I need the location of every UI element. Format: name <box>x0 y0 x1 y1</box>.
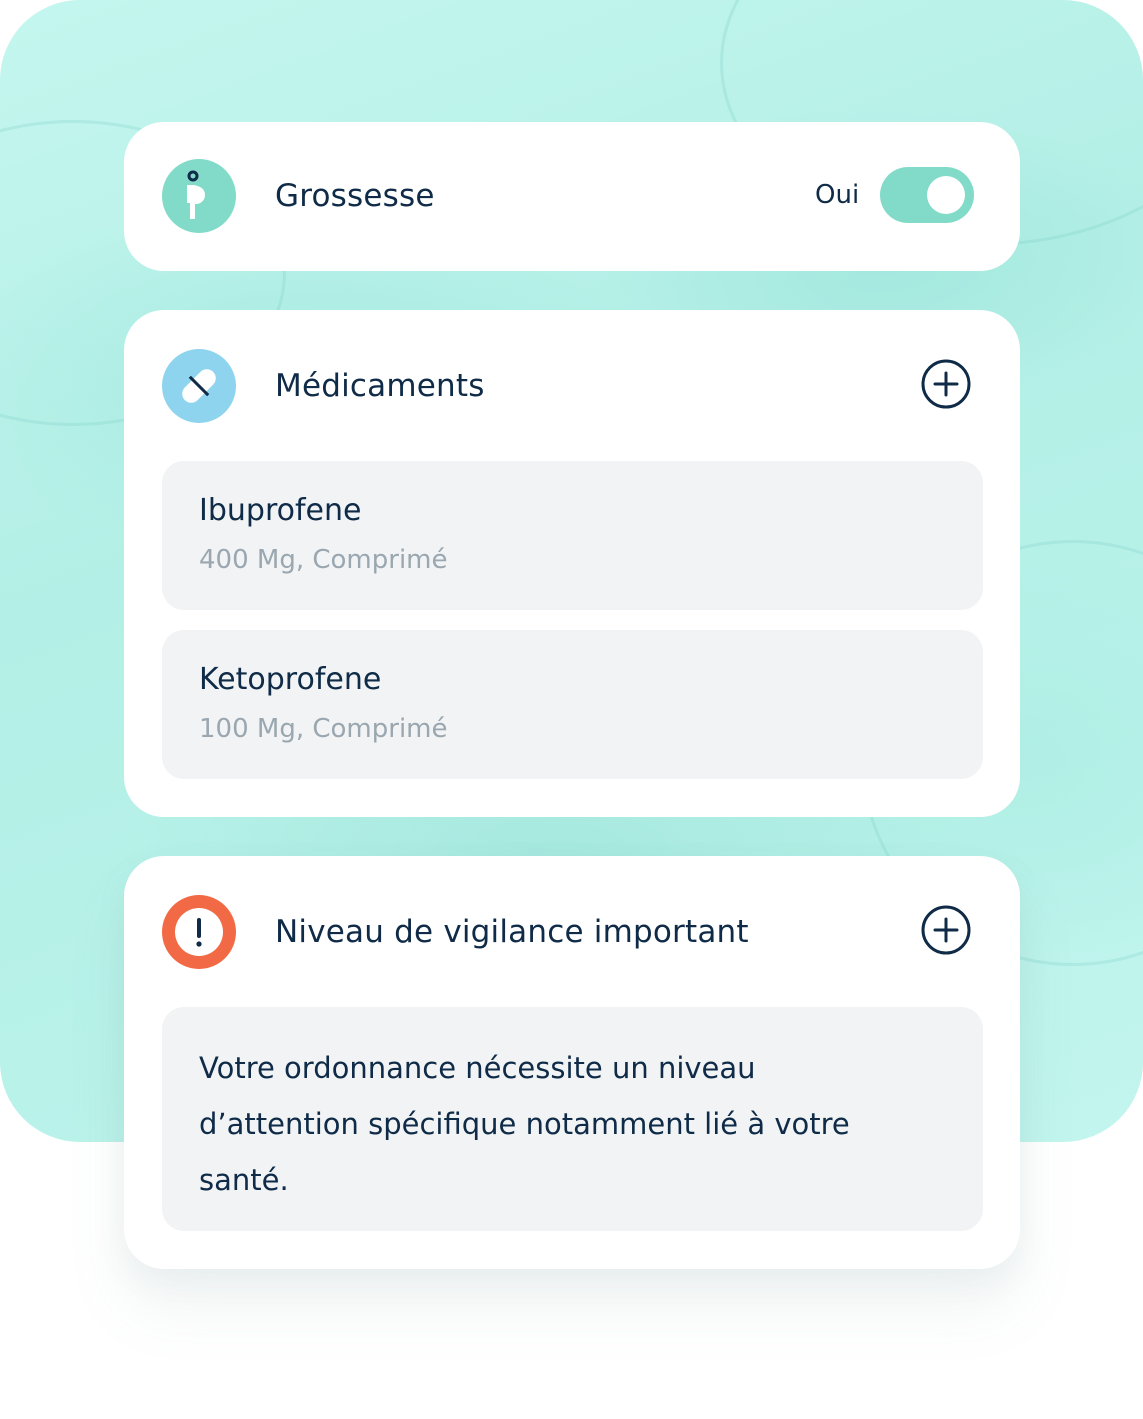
medications-card: Médicaments Ibuprofene 400 Mg, Comprimé … <box>124 310 1020 817</box>
stage: Grossesse Oui Médicaments Ibuprofene 400… <box>0 0 1143 1419</box>
plus-circle-icon <box>921 905 971 955</box>
pregnancy-icon <box>162 159 236 233</box>
exclamation-icon <box>162 895 236 969</box>
toggle-knob <box>927 176 965 214</box>
pregnancy-toggle[interactable] <box>880 167 974 223</box>
vigilance-card: Niveau de vigilance important Votre ordo… <box>124 856 1020 1269</box>
pregnancy-card: Grossesse Oui <box>124 122 1020 271</box>
vigilance-message-box: Votre ordonnance nécessite un niveau d’a… <box>162 1007 983 1231</box>
medication-detail: 400 Mg, Comprimé <box>199 545 448 575</box>
plus-circle-icon <box>921 359 971 409</box>
medication-item[interactable]: Ibuprofene 400 Mg, Comprimé <box>162 461 983 610</box>
add-vigilance-button[interactable] <box>920 904 972 956</box>
medication-name: Ketoprofene <box>199 662 382 697</box>
add-medication-button[interactable] <box>920 358 972 410</box>
medication-name: Ibuprofene <box>199 493 362 528</box>
pregnancy-title: Grossesse <box>275 178 435 214</box>
pregnancy-toggle-label: Oui <box>815 180 860 210</box>
medication-item[interactable]: Ketoprofene 100 Mg, Comprimé <box>162 630 983 779</box>
medications-title: Médicaments <box>275 368 485 404</box>
vigilance-message: Votre ordonnance nécessite un niveau d’a… <box>199 1051 850 1197</box>
pill-icon <box>162 349 236 423</box>
vigilance-title: Niveau de vigilance important <box>275 914 749 950</box>
medication-detail: 100 Mg, Comprimé <box>199 714 448 744</box>
